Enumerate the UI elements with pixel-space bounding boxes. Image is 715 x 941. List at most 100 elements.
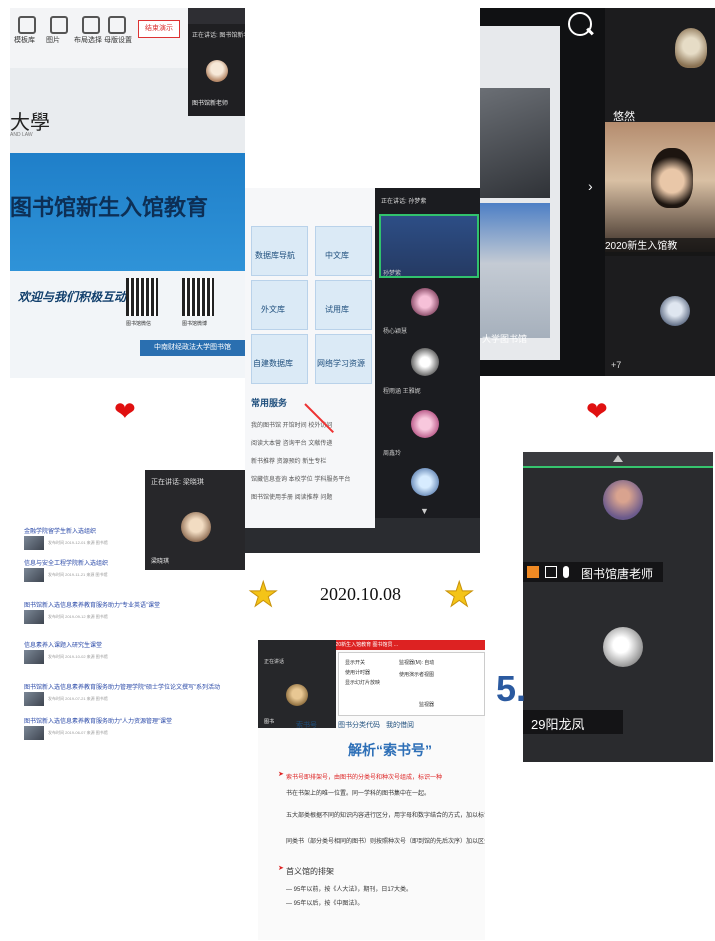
microphone-icon xyxy=(563,566,569,578)
speaker-name: 图书 xyxy=(264,719,275,725)
welcome-text: 欢迎与我们积极互动！ xyxy=(18,290,139,304)
end-presentation-button[interactable]: 结束演示 xyxy=(138,20,180,38)
tab-my-borrowing[interactable]: 我的借阅 xyxy=(386,720,414,730)
slide-subheading: 首义馆的排架 xyxy=(286,867,334,876)
news-item-meta: 发布时间 2019-10-02 来源 图书馆 xyxy=(48,654,108,659)
library-photo xyxy=(480,88,550,198)
participant-name: 周鑫玲 xyxy=(383,451,402,457)
slide-footer: 中南财经政法大学图书馆 xyxy=(140,340,245,356)
participant-panel: 正在讲话: 孙梦紫 孙梦紫 杨心颖慧 程雨涵 王雅妮 周鑫玲 ▼ xyxy=(375,188,480,518)
heart-icon: ❤ xyxy=(114,396,136,426)
master-icon[interactable] xyxy=(108,16,126,34)
participant-name: 程雨涵 王雅妮 xyxy=(383,389,421,395)
news-thumbnail xyxy=(24,726,44,740)
speaker-name: 图书馆新老师 xyxy=(192,101,229,107)
speaking-label: 正在讲话: 图书馆新老师 xyxy=(192,33,245,39)
template-icon[interactable] xyxy=(18,16,36,34)
services-row[interactable]: 图书馆使用手册 阅读推荐 问题 xyxy=(251,492,332,501)
host-icon xyxy=(527,566,539,578)
news-item-title[interactable]: 信息素养入课题入研究生课堂 xyxy=(24,640,102,649)
news-thumbnail xyxy=(24,536,44,550)
tile-label: 数据库导航 xyxy=(255,251,295,260)
participant-name: 杨心颖慧 xyxy=(383,329,408,335)
qr-label: 图书馆微信 xyxy=(126,321,152,327)
zoom-icon-handle xyxy=(586,27,594,36)
more-participants-count[interactable]: +7 xyxy=(611,360,621,370)
university-subtitle: AND LAW xyxy=(10,132,33,138)
services-row[interactable]: 新书推荐 资源预约 新生专栏 xyxy=(251,456,326,465)
participant-name: 29阳龙凤 xyxy=(531,717,585,732)
chevron-down-icon[interactable]: ▼ xyxy=(420,506,429,516)
avatar xyxy=(660,296,690,326)
section-number: 5. xyxy=(496,668,527,709)
news-thumbnail xyxy=(24,650,44,664)
webcam-window: 正在讲话 图书 xyxy=(258,640,336,728)
university-logo-text: 大學 xyxy=(10,112,50,134)
dialog-option[interactable]: 显示开关 xyxy=(345,659,365,666)
avatar xyxy=(206,60,228,82)
library-caption: 大学图书馆 xyxy=(482,334,528,344)
slide-title: 图书馆新生入馆教育 xyxy=(10,195,209,220)
call-window: 正在讲话: 梁晓琪 梁晓琪 xyxy=(145,470,245,570)
video-call-photo: 大学图书馆 › 悠然 2020新生入馆教 +7 xyxy=(480,8,715,376)
monitor-select[interactable]: 监视器(M): 自动 xyxy=(399,659,434,666)
caller-name: 梁晓琪 xyxy=(151,559,170,565)
speaker-panel-header xyxy=(188,8,245,24)
news-item-title[interactable]: 图书馆新入选信息素养教育服务助力“人力资源管理”课堂 xyxy=(24,716,172,725)
slide-paragraph: 同类书（部分类号相同的图书）则按照种次号（即到馆的先后次序）加以区分。 xyxy=(286,839,485,845)
services-row[interactable]: 阅读大本营 咨询平台 文献传递 xyxy=(251,438,332,447)
participant-name-bar: 29阳龙凤 xyxy=(523,710,623,734)
tab-classification-code[interactable]: 图书分类代码 xyxy=(338,720,380,730)
toolbar-label: 布局选择 xyxy=(74,37,102,44)
participant-sidebar: 悠然 2020新生入馆教 +7 xyxy=(605,8,715,376)
heart-icon: ❤ xyxy=(586,396,608,426)
news-item-meta: 发布时间 2019-11-21 来源 图书馆 xyxy=(48,572,108,577)
tile-label: 外文库 xyxy=(261,305,285,314)
avatar xyxy=(411,468,439,496)
slide-heading: 解析“索书号” xyxy=(348,742,432,758)
dialog-option[interactable]: 使用计时器 xyxy=(345,669,370,676)
news-item-meta: 发布时间 2019-07-21 来源 图书馆 xyxy=(48,696,108,701)
avatar xyxy=(181,512,211,542)
toolbar-label: 母版设置 xyxy=(104,37,132,44)
news-item-title[interactable]: 图书馆新入选信息素养教育服务助力管理学院“硕士学位论文撰写”系列活动 xyxy=(24,682,220,691)
slideshow-settings-dialog: 显示开关 使用计时器 显示幻灯片放映 监视器(M): 自动 使用演示者视图 监视… xyxy=(338,652,485,716)
tab-call-number[interactable]: 索书号 xyxy=(296,720,317,730)
dialog-option[interactable]: 使用演示者视图 xyxy=(399,671,434,678)
toolbar-label: 图片 xyxy=(46,37,60,44)
tile-label: 试用库 xyxy=(325,305,349,314)
screen-share-icon xyxy=(545,566,557,578)
tile-label: 中文库 xyxy=(325,251,349,260)
news-item-title[interactable]: 信息与安全工程学院新入选组织 xyxy=(24,558,108,567)
presenter-face xyxy=(651,148,693,208)
chevron-right-icon[interactable]: › xyxy=(588,178,593,194)
avatar xyxy=(603,480,643,520)
news-thumbnail xyxy=(24,610,44,624)
host-name: 图书馆唐老师 xyxy=(581,567,654,581)
tile-label: 网络学习资源 xyxy=(317,359,365,368)
news-item-meta: 发布时间 2019-06-07 来源 图书馆 xyxy=(48,730,108,735)
speaking-label: 正在讲话: 梁晓琪 xyxy=(151,479,204,486)
news-item-title[interactable]: 图书馆新入选信息素养教育服务助力“专业英语”课堂 xyxy=(24,600,160,609)
dialog-option[interactable]: 显示幻灯片放映 xyxy=(345,679,380,686)
arrow-bullet-icon: ➤ xyxy=(278,771,284,778)
slide-paragraph: 五大部类根据不同的知识内容进行区分，用字母和数字结合的方式，加以标识。 xyxy=(286,813,485,819)
active-speaker-indicator xyxy=(523,466,713,468)
participant-name: 孙梦紫 xyxy=(383,271,402,277)
collapse-icon[interactable] xyxy=(613,455,623,462)
slide-paragraph: 书在书架上的唯一位置。同一学科的图书集中在一起。 xyxy=(286,791,431,797)
toolbar-label: 模板库 xyxy=(14,37,35,44)
speaking-label: 正在讲话: 孙梦紫 xyxy=(381,199,427,205)
news-item-title[interactable]: 金融学院留学生新入选组织 xyxy=(24,526,96,535)
layout-icon[interactable] xyxy=(82,16,100,34)
lesson-slide-photo: 2020新生入馆教育 图书馆员 ... 正在讲话 图书 显示开关 使用计时器 显… xyxy=(258,640,485,940)
tablet-photo: 数据库导航 中文库 外文库 试用库 自建数据库 网络学习资源 常用服务 我的图书… xyxy=(245,188,480,553)
news-list-photo: 正在讲话: 梁晓琪 梁晓琪 金融学院留学生新入选组织 发布时间 2019-12-… xyxy=(20,470,245,770)
star-icon: ★ xyxy=(247,576,279,614)
services-row[interactable]: 馆藏信息查询 本校学位 学科服务平台 xyxy=(251,474,350,483)
avatar xyxy=(675,28,707,68)
qr-code xyxy=(126,278,158,316)
slide-paragraph: — 95年以后，按《中图法》。 xyxy=(286,901,364,907)
qr-code xyxy=(182,278,214,316)
image-icon[interactable] xyxy=(50,16,68,34)
